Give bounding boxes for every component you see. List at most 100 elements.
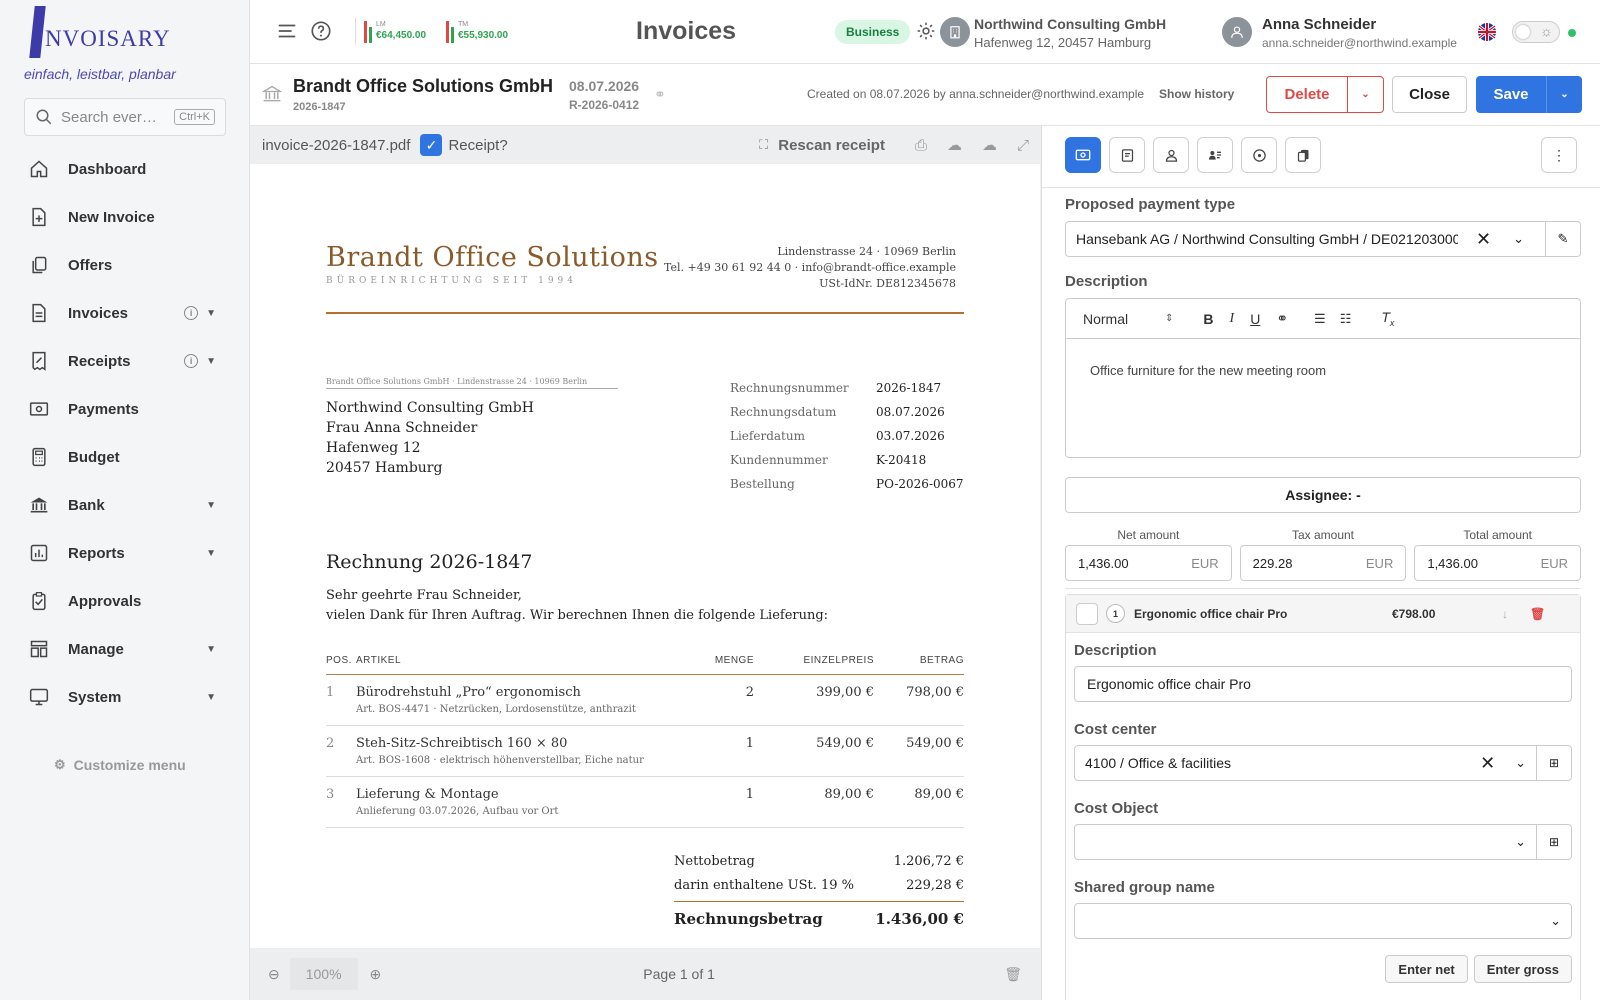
net-amount-input[interactable]: 1,436.00 EUR (1065, 545, 1232, 581)
search-input[interactable]: Search ever… (61, 109, 166, 126)
payment-type-select[interactable]: Hansebank AG / Northwind Consulting GmbH… (1065, 221, 1581, 257)
italic-icon[interactable]: I (1230, 311, 1235, 327)
tree-icon[interactable]: ⊞ (1537, 745, 1572, 781)
print-icon[interactable]: ⎙ (915, 137, 927, 154)
tab-notes[interactable] (1109, 137, 1145, 173)
info-icon[interactable]: i (184, 306, 199, 320)
kpi-last-month[interactable]: LM €64,450.00 (364, 19, 426, 43)
sidebar-item-dashboard[interactable]: Dashboard (0, 145, 250, 193)
sidebar-item-receipts[interactable]: Receipts i ▼ (0, 337, 250, 385)
link-icon[interactable]: ⚭ (1276, 310, 1288, 327)
table-row: 2 Steh-Sitz-Schreibtisch 160 × 80 Art. BO… (326, 725, 964, 777)
fullscreen-icon[interactable]: ⤢ (1017, 137, 1029, 154)
sidebar-item-budget[interactable]: Budget (0, 433, 250, 481)
sidebar-item-bank[interactable]: Bank ▼ (0, 481, 250, 529)
save-dropdown-chevron-icon[interactable]: ⌄ (1546, 76, 1582, 113)
cost-center-label: Cost center (1074, 721, 1157, 738)
total-amount-input[interactable]: 1,436.00 EUR (1414, 545, 1582, 581)
show-history-link[interactable]: Show history (1159, 87, 1234, 101)
chevron-down-icon[interactable]: ▼ (206, 500, 216, 511)
tax-amount-input[interactable]: 229.28 EUR (1239, 545, 1407, 581)
download-cloud-icon[interactable]: ☁ (982, 136, 997, 154)
company-avatar[interactable] (940, 17, 970, 47)
tab-payment[interactable] (1065, 137, 1101, 173)
underline-icon[interactable]: U (1250, 311, 1260, 327)
line-description-input[interactable]: Ergonomic office chair Pro (1074, 666, 1572, 702)
chevron-down-icon[interactable]: ▼ (206, 644, 216, 655)
format-select[interactable]: Normal (1083, 311, 1165, 327)
format-select-chevron-icon[interactable]: ⇕ (1165, 313, 1173, 324)
line-item-header[interactable]: 1 Ergonomic office chair Pro €798.00 ↓ 🗑 (1066, 595, 1580, 633)
app-logo[interactable]: NVOISARY (29, 6, 171, 58)
vendor-tagline: BÜROEINRICHTUNG SEIT 1994 (326, 276, 577, 286)
chevron-down-icon[interactable]: ⌄ (1550, 913, 1561, 929)
kpi-this-month[interactable]: TM €55,930.00 (446, 19, 508, 43)
delete-trash-icon[interactable]: 🗑 (1530, 607, 1545, 621)
cost-object-select[interactable]: ⌄ ⊞ (1074, 824, 1572, 860)
tab-documents[interactable] (1285, 137, 1321, 173)
tab-status[interactable] (1241, 137, 1277, 173)
arrow-down-icon[interactable]: ↓ (1502, 607, 1508, 621)
chevron-down-icon[interactable]: ▼ (206, 308, 216, 319)
tab-contacts[interactable] (1153, 137, 1189, 173)
close-button[interactable]: Close (1392, 76, 1467, 113)
ordered-list-icon[interactable]: ☰ (1314, 311, 1326, 327)
language-flag-icon[interactable] (1477, 22, 1497, 47)
chevron-down-icon[interactable]: ⌄ (1513, 231, 1524, 247)
customize-menu-button[interactable]: ⚙ Customize menu (54, 757, 186, 773)
delete-button[interactable]: Delete (1266, 76, 1348, 113)
bold-icon[interactable]: B (1203, 311, 1213, 327)
sidebar-item-invoices[interactable]: Invoices i ▼ (0, 289, 250, 337)
clear-icon[interactable]: ✕ (1476, 229, 1491, 250)
theme-toggle[interactable]: ☼ (1512, 21, 1560, 43)
chevron-down-icon[interactable]: ▼ (206, 356, 216, 367)
settings-gear-icon[interactable] (916, 21, 936, 46)
user-menu[interactable]: Anna Schneider anna.schneider@northwind.… (1262, 16, 1457, 50)
info-icon[interactable]: i (184, 354, 199, 368)
chevron-down-icon[interactable]: ▼ (206, 548, 216, 559)
chevron-down-icon[interactable]: ⌄ (1515, 834, 1526, 850)
sidebar-item-system[interactable]: System ▼ (0, 673, 250, 721)
chevron-down-icon[interactable]: ▼ (206, 692, 216, 703)
company-switcher[interactable]: Northwind Consulting GmbH Hafenweg 12, 2… (974, 16, 1166, 50)
shared-group-select[interactable]: ⌄ (1074, 903, 1572, 939)
enter-net-button[interactable]: Enter net (1385, 955, 1468, 983)
sidebar-item-label: Approvals (68, 592, 142, 610)
upload-cloud-icon[interactable]: ☁ (947, 136, 962, 154)
sidebar-item-offers[interactable]: Offers (0, 241, 250, 289)
tab-contact-card[interactable] (1197, 137, 1233, 173)
sidebar-item-approvals[interactable]: Approvals (0, 577, 250, 625)
line-description-label: Description (1074, 642, 1157, 659)
zoom-level[interactable]: 100% (289, 958, 358, 990)
sidebar-item-new-invoice[interactable]: New Invoice (0, 193, 250, 241)
bullet-list-icon[interactable]: ☷ (1340, 311, 1352, 327)
save-button[interactable]: Save (1476, 76, 1546, 113)
sidebar-item-manage[interactable]: Manage ▼ (0, 625, 250, 673)
trash-icon[interactable]: 🗑 (1004, 966, 1022, 983)
zoom-out-icon[interactable]: ⊖ (268, 966, 280, 983)
more-options-icon[interactable]: ⋮ (1541, 137, 1577, 173)
line-item-checkbox[interactable] (1076, 602, 1098, 625)
copy-icon (28, 254, 50, 276)
edit-icon[interactable]: ✎ (1546, 221, 1581, 257)
search-box[interactable]: Search ever… Ctrl+K (24, 98, 226, 136)
receipt-checkbox[interactable]: ✓ (420, 134, 443, 156)
rescan-receipt-button[interactable]: Rescan receipt (778, 137, 885, 154)
clear-icon[interactable]: ✕ (1480, 753, 1495, 774)
tree-icon[interactable]: ⊞ (1537, 824, 1572, 860)
assignee-button[interactable]: Assignee: - (1065, 477, 1581, 513)
description-text[interactable]: Office furniture for the new meeting roo… (1066, 339, 1580, 402)
sidebar-item-payments[interactable]: Payments (0, 385, 250, 433)
zoom-in-icon[interactable]: ⊕ (370, 966, 382, 983)
delete-dropdown-chevron-icon[interactable]: ⌄ (1348, 76, 1384, 113)
sidebar-item-reports[interactable]: Reports ▼ (0, 529, 250, 577)
meta-value: K-20418 (876, 453, 927, 467)
help-icon[interactable] (310, 20, 332, 47)
cost-center-select[interactable]: 4100 / Office & facilities ✕ ⌄ ⊞ (1074, 745, 1572, 781)
menu-toggle-icon[interactable] (276, 20, 298, 47)
chevron-down-icon[interactable]: ⌄ (1515, 755, 1526, 771)
clear-format-icon[interactable]: Tx (1381, 309, 1394, 328)
user-avatar[interactable] (1222, 17, 1252, 47)
link-icon[interactable]: ⚭ (654, 86, 666, 103)
enter-gross-button[interactable]: Enter gross (1473, 955, 1572, 983)
